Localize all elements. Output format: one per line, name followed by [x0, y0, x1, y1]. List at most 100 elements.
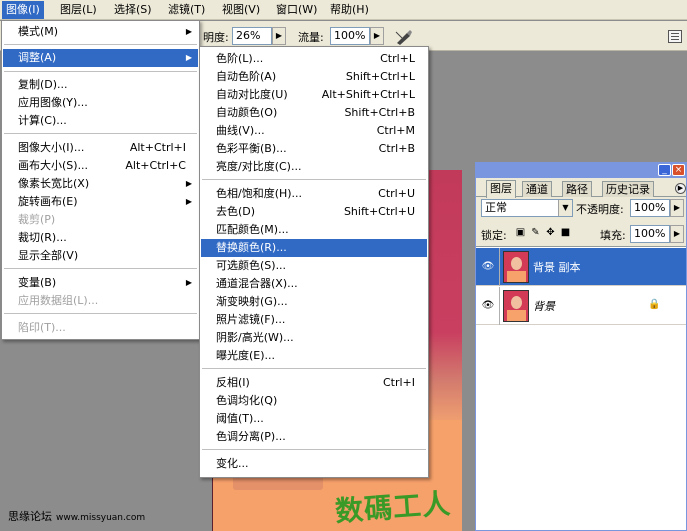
lock-paint-icon[interactable]: ✎ — [530, 227, 541, 238]
menu-item-curves[interactable]: 曲线(V)... Ctrl+M — [201, 122, 427, 140]
eye-icon[interactable]: 👁 — [481, 301, 495, 311]
flow-label: 流量: — [298, 31, 324, 44]
layer-name: 背景 — [533, 300, 555, 313]
menu-item-auto-contrast[interactable]: 自动对比度(U) Alt+Shift+Ctrl+L — [201, 86, 427, 104]
menu-view[interactable]: 视图(V) — [218, 1, 264, 19]
menu-item-shadow-highlight[interactable]: 阴影/高光(W)... — [201, 329, 427, 347]
menu-item-apply-image[interactable]: 应用图像(Y)... — [3, 94, 198, 112]
menu-item-label: 阴影/高光(W)... — [216, 331, 294, 344]
minimize-icon[interactable]: _ — [658, 164, 671, 176]
lock-move-icon[interactable]: ✥ — [545, 227, 556, 238]
panel-menu-icon[interactable]: ▶ — [675, 183, 686, 194]
fill-field[interactable]: 100% — [630, 225, 670, 243]
menu-item-label: 自动色阶(A) — [216, 70, 277, 83]
panel-titlebar: _ × — [476, 163, 686, 178]
menu-item-auto-levels[interactable]: 自动色阶(A) Shift+Ctrl+L — [201, 68, 427, 86]
menu-select[interactable]: 选择(S) — [110, 1, 156, 19]
menu-item-threshold[interactable]: 阈值(T)... — [201, 410, 427, 428]
menu-item-label: 图像大小(I)... — [18, 141, 85, 154]
menu-item-label: 匹配颜色(M)... — [216, 223, 289, 236]
menu-item-exposure[interactable]: 曝光度(E)... — [201, 347, 427, 365]
menu-item-photo-filter[interactable]: 照片滤镜(F)... — [201, 311, 427, 329]
menu-item-selective-color[interactable]: 可选颜色(S)... — [201, 257, 427, 275]
menu-item-image-size[interactable]: 图像大小(I)... Alt+Ctrl+I — [3, 139, 198, 157]
layer-opacity-field[interactable]: 100% — [630, 199, 670, 217]
menu-item-label: 旋转画布(E) — [18, 195, 78, 208]
menu-item-brightness-contrast[interactable]: 亮度/对比度(C)... — [201, 158, 427, 176]
layer-row[interactable]: 👁 背景 副本 — [476, 248, 686, 286]
menu-item-match-color[interactable]: 匹配颜色(M)... — [201, 221, 427, 239]
panel-tabs: 图层 通道 路径 历史记录 ▶ — [476, 179, 686, 198]
menu-item-adjustments[interactable]: 调整(A) ▶ — [3, 49, 198, 67]
menu-item-label: 色阶(L)... — [216, 52, 264, 65]
menu-item-label: 画布大小(S)... — [18, 159, 89, 172]
menu-window[interactable]: 窗口(W) — [272, 1, 321, 19]
menu-item-label: 裁切(R)... — [18, 231, 67, 244]
tab-layers[interactable]: 图层 — [486, 180, 516, 198]
menu-item-calculations[interactable]: 计算(C)... — [3, 112, 198, 130]
menu-image[interactable]: 图像(I) — [2, 1, 44, 19]
menu-item-shortcut: Ctrl+L — [380, 52, 415, 65]
menu-item-equalize[interactable]: 色调均化(Q) — [201, 392, 427, 410]
tab-channels[interactable]: 通道 — [522, 181, 552, 197]
menu-item-desaturate[interactable]: 去色(D) Shift+Ctrl+U — [201, 203, 427, 221]
menu-separator — [4, 133, 197, 134]
menu-item-canvas-size[interactable]: 画布大小(S)... Alt+Ctrl+C — [3, 157, 198, 175]
menu-item-label: 色调分离(P)... — [216, 430, 286, 443]
menu-item-invert[interactable]: 反相(I) Ctrl+I — [201, 374, 427, 392]
menu-item-label: 可选颜色(S)... — [216, 259, 287, 272]
menu-item-hue-saturation[interactable]: 色相/饱和度(H)... Ctrl+U — [201, 185, 427, 203]
menu-separator — [4, 268, 197, 269]
flow-arrow-icon[interactable]: ▶ — [370, 27, 384, 45]
fill-label: 填充: — [600, 229, 626, 242]
menu-item-label: 变化... — [216, 457, 249, 470]
menu-item-reveal-all[interactable]: 显示全部(V) — [3, 247, 198, 265]
menu-separator — [202, 368, 426, 369]
tab-paths[interactable]: 路径 — [562, 181, 592, 197]
opacity-field[interactable]: 26% — [232, 27, 272, 45]
lock-all-icon[interactable]: ■ — [560, 227, 571, 238]
chevron-down-icon[interactable]: ▼ — [558, 200, 572, 216]
close-icon[interactable]: × — [672, 164, 685, 176]
airbrush-icon[interactable] — [394, 28, 414, 46]
menu-item-trim[interactable]: 裁切(R)... — [3, 229, 198, 247]
eye-icon[interactable]: 👁 — [481, 262, 495, 272]
layer-thumbnail — [503, 290, 529, 322]
opacity-arrow-icon[interactable]: ▶ — [272, 27, 286, 45]
layer-opacity-arrow-icon[interactable]: ▶ — [670, 199, 684, 217]
menu-item-variables[interactable]: 变量(B) ▶ — [3, 274, 198, 292]
tab-history[interactable]: 历史记录 — [602, 181, 654, 197]
layer-row[interactable]: 👁 背景 🔒 — [476, 287, 686, 325]
menu-item-gradient-map[interactable]: 渐变映射(G)... — [201, 293, 427, 311]
menu-item-rotate-canvas[interactable]: 旋转画布(E) ▶ — [3, 193, 198, 211]
lock-transparent-icon[interactable]: ▣ — [515, 227, 526, 238]
menu-layer[interactable]: 图层(L) — [56, 1, 101, 19]
menu-item-levels[interactable]: 色阶(L)... Ctrl+L — [201, 50, 427, 68]
menu-item-auto-color[interactable]: 自动颜色(O) Shift+Ctrl+B — [201, 104, 427, 122]
menu-item-pixel-aspect[interactable]: 像素长宽比(X) ▶ — [3, 175, 198, 193]
blend-mode-value: 正常 — [485, 201, 507, 214]
menu-item-label: 陷印(T)... — [18, 321, 66, 334]
visibility-cell[interactable]: 👁 — [476, 287, 500, 325]
menu-item-duplicate[interactable]: 复制(D)... — [3, 76, 198, 94]
palette-well-icon[interactable] — [668, 30, 682, 43]
visibility-cell[interactable]: 👁 — [476, 248, 500, 286]
menu-item-mode[interactable]: 模式(M) ▶ — [3, 23, 198, 41]
menu-item-label: 去色(D) — [216, 205, 256, 218]
menu-separator — [4, 71, 197, 72]
menu-separator — [4, 44, 197, 45]
menu-filter[interactable]: 滤镜(T) — [164, 1, 209, 19]
menu-item-label: 像素长宽比(X) — [18, 177, 90, 190]
menu-item-variations[interactable]: 变化... — [201, 455, 427, 473]
blend-mode-select[interactable]: 正常 ▼ — [481, 199, 573, 217]
fill-arrow-icon[interactable]: ▶ — [670, 225, 684, 243]
menu-item-posterize[interactable]: 色调分离(P)... — [201, 428, 427, 446]
menu-item-channel-mixer[interactable]: 通道混合器(X)... — [201, 275, 427, 293]
menu-item-replace-color[interactable]: 替换颜色(R)... — [201, 239, 427, 257]
menu-item-label: 阈值(T)... — [216, 412, 264, 425]
menu-help[interactable]: 帮助(H) — [326, 1, 373, 19]
layer-thumbnail — [503, 251, 529, 283]
flow-field[interactable]: 100% — [330, 27, 370, 45]
menu-item-label: 调整(A) — [18, 51, 57, 64]
menu-item-color-balance[interactable]: 色彩平衡(B)... Ctrl+B — [201, 140, 427, 158]
